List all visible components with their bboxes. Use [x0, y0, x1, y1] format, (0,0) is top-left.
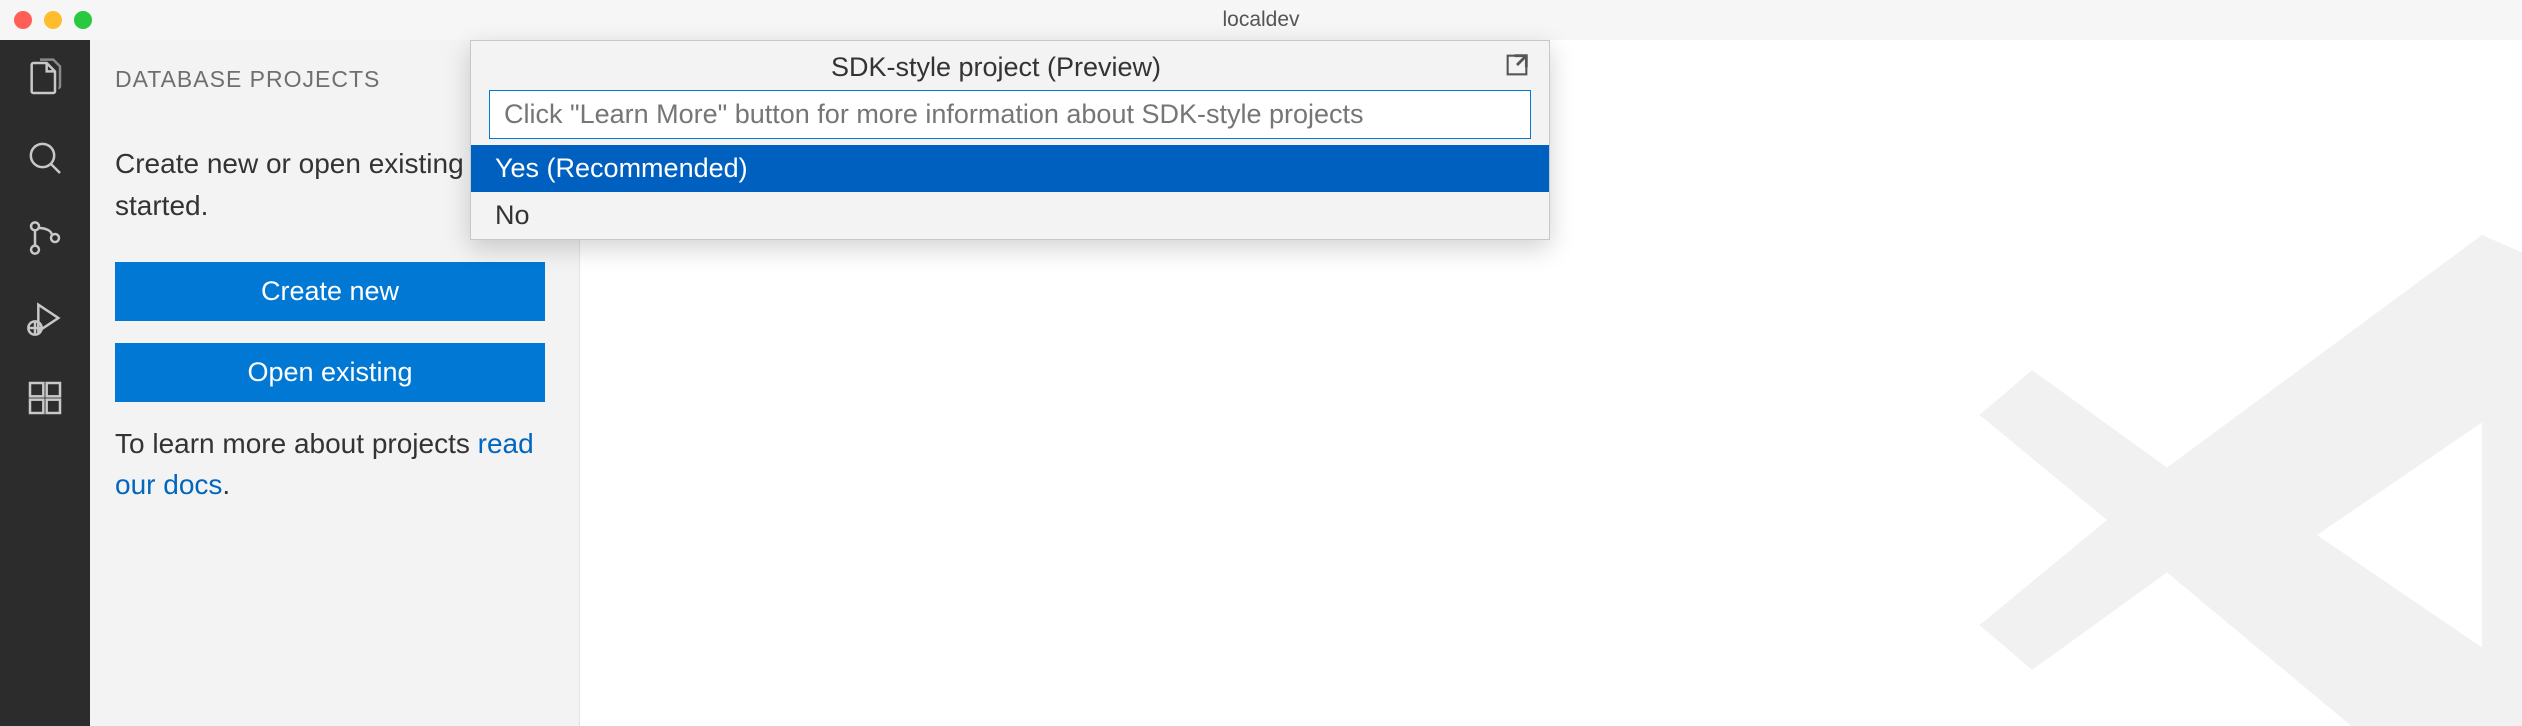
create-new-button[interactable]: Create new [115, 262, 545, 321]
vscode-watermark-icon [1942, 160, 2522, 726]
minimize-window-button[interactable] [44, 11, 62, 29]
quick-pick: SDK-style project (Preview) Yes (Recomme… [470, 40, 1550, 240]
activity-bar [0, 40, 90, 726]
search-icon[interactable] [23, 136, 67, 180]
source-control-icon[interactable] [23, 216, 67, 260]
titlebar: localdev [0, 0, 2522, 40]
sidebar-title: DATABASE PROJECTS [115, 66, 474, 93]
open-existing-button[interactable]: Open existing [115, 343, 545, 402]
quick-pick-title: SDK-style project (Preview) [489, 52, 1503, 83]
run-debug-icon[interactable] [23, 296, 67, 340]
quick-pick-header: SDK-style project (Preview) [471, 41, 1549, 90]
learn-more-prefix: To learn more about projects [115, 428, 478, 459]
expand-icon[interactable] [1503, 51, 1531, 84]
quick-pick-input[interactable] [489, 90, 1531, 139]
learn-more-text: To learn more about projects read our do… [115, 424, 554, 505]
window-controls [14, 11, 92, 29]
explorer-icon[interactable] [23, 56, 67, 100]
learn-more-suffix: . [222, 469, 230, 500]
quick-pick-option-yes[interactable]: Yes (Recommended) [471, 145, 1549, 192]
maximize-window-button[interactable] [74, 11, 92, 29]
quick-pick-input-wrap [471, 90, 1549, 145]
close-window-button[interactable] [14, 11, 32, 29]
window-title: localdev [1222, 8, 1299, 32]
quick-pick-list: Yes (Recommended) No [471, 145, 1549, 239]
extensions-icon[interactable] [23, 376, 67, 420]
quick-pick-option-no[interactable]: No [471, 192, 1549, 239]
